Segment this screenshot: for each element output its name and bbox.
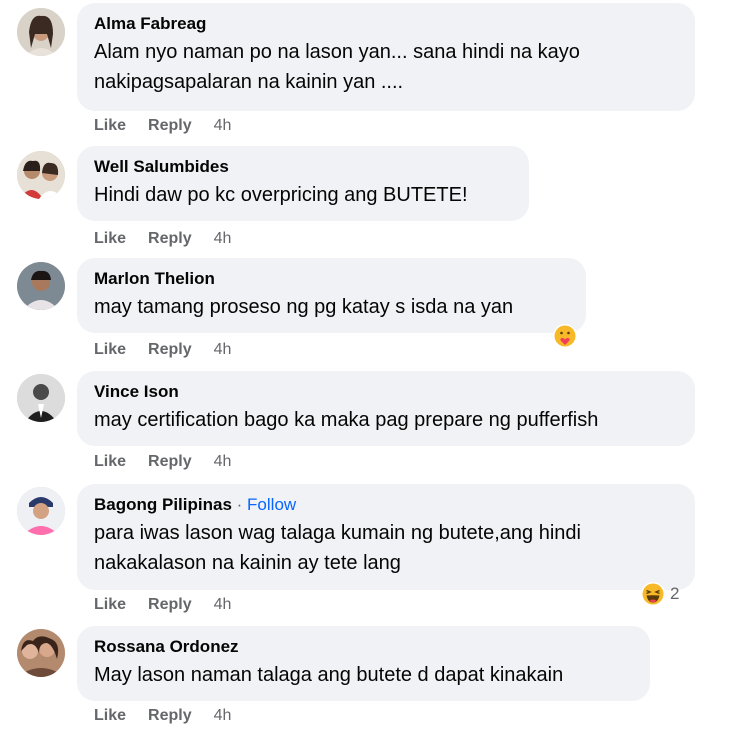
like-button[interactable]: Like [94,596,126,614]
avatar[interactable] [17,487,65,535]
comment-line: para iwas lason wag talaga kumain ng but… [94,522,581,544]
comment-text: Hindi daw po kc overpricing ang BUTETE! [94,180,513,210]
avatar[interactable] [17,262,65,310]
like-button[interactable]: Like [94,453,126,471]
reaction-summary[interactable]: 2 [640,581,679,607]
comment-bubble: Rossana Ordonez May lason naman talaga a… [77,626,650,701]
reaction-count: 2 [670,584,680,603]
reaction-summary[interactable] [552,323,578,349]
comment-bubble: Marlon Thelion may tamang proseso ng pg … [77,258,586,333]
avatar[interactable] [17,151,65,199]
like-button[interactable]: Like [94,117,126,135]
comment-line: Hindi daw po kc overpricing ang BUTETE! [94,184,468,206]
avatar[interactable] [17,8,65,56]
comment-actions: Like Reply 4h [94,453,231,471]
timestamp[interactable]: 4h [214,341,232,359]
author-name: Bagong Pilipinas · Follow [94,494,679,516]
haha-emoji-icon [641,582,665,606]
comment-text: May lason naman talaga ang butete d dapa… [94,660,634,690]
timestamp[interactable]: 4h [214,117,232,135]
author-name[interactable]: Marlon Thelion [94,268,570,290]
comment-line: may certification bago ka maka pag prepa… [94,409,599,431]
timestamp[interactable]: 4h [214,230,232,248]
comment-text: may certification bago ka maka pag prepa… [94,405,679,435]
comment-line: May lason naman talaga ang butete d dapa… [94,664,564,686]
comment-actions: Like Reply 4h [94,230,231,248]
timestamp[interactable]: 4h [214,596,232,614]
follow-button[interactable]: Follow [247,495,296,514]
reply-button[interactable]: Reply [148,596,192,614]
comment-bubble: Bagong Pilipinas · Follow para iwas laso… [77,484,695,590]
care-emoji-icon [553,324,577,348]
timestamp[interactable]: 4h [214,707,232,725]
comment-text: para iwas lason wag talaga kumain ng but… [94,518,679,578]
author-name[interactable]: Well Salumbides [94,156,513,178]
author-name[interactable]: Rossana Ordonez [94,636,634,658]
author-name-link[interactable]: Bagong Pilipinas [94,495,232,514]
author-name[interactable]: Alma Fabreag [94,13,679,35]
comment-line: nakakalason na kainin ay tete lang [94,552,401,574]
like-button[interactable]: Like [94,230,126,248]
reply-button[interactable]: Reply [148,117,192,135]
comment-line: Alam nyo naman po na lason yan... sana h… [94,41,580,63]
comment-line: nakipagsapalaran na kainin yan .... [94,71,404,93]
timestamp[interactable]: 4h [214,453,232,471]
reply-button[interactable]: Reply [148,230,192,248]
reply-button[interactable]: Reply [148,707,192,725]
comment-actions: Like Reply 4h [94,596,231,614]
reply-button[interactable]: Reply [148,453,192,471]
like-button[interactable]: Like [94,707,126,725]
like-button[interactable]: Like [94,341,126,359]
comment-text: may tamang proseso ng pg katay s isda na… [94,292,570,322]
comment-actions: Like Reply 4h [94,341,231,359]
comment-bubble: Well Salumbides Hindi daw po kc overpric… [77,146,529,221]
comment-text: Alam nyo naman po na lason yan... sana h… [94,37,679,97]
author-name[interactable]: Vince Ison [94,381,679,403]
avatar[interactable] [17,374,65,422]
comment-line: may tamang proseso ng pg katay s isda na… [94,296,514,318]
name-separator: · [236,495,243,514]
comment-bubble: Alma Fabreag Alam nyo naman po na lason … [77,3,695,111]
comment-actions: Like Reply 4h [94,117,231,135]
avatar[interactable] [17,629,65,677]
comment-bubble: Vince Ison may certification bago ka mak… [77,371,695,446]
comment-actions: Like Reply 4h [94,707,231,725]
reply-button[interactable]: Reply [148,341,192,359]
